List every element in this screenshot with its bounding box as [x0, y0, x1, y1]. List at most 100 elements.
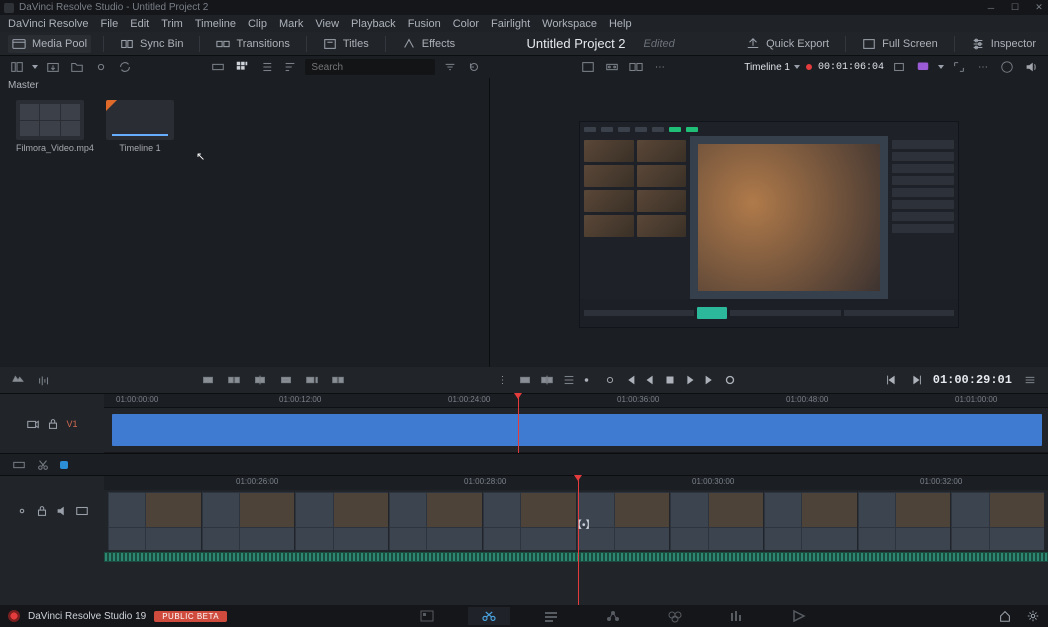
- cut-button[interactable]: [36, 458, 50, 472]
- fit-button[interactable]: [278, 371, 294, 389]
- home-button[interactable]: [998, 609, 1012, 623]
- upper-playhead[interactable]: [518, 394, 519, 453]
- page-fairlight[interactable]: [716, 607, 758, 625]
- lower-playhead[interactable]: [578, 476, 579, 605]
- prev-frame-button[interactable]: [643, 373, 657, 387]
- clip-item[interactable]: Filmora_Video.mp4: [16, 100, 84, 153]
- chevron-down-icon[interactable]: [32, 65, 38, 69]
- upper-ruler[interactable]: 01:00:00:00 01:00:12:00 01:00:24:00 01:0…: [104, 394, 1048, 408]
- menu-fusion[interactable]: Fusion: [408, 18, 441, 30]
- tab-inspector[interactable]: Inspector: [967, 35, 1040, 53]
- full-screen-button[interactable]: Full Screen: [858, 35, 942, 53]
- tab-sync-bin[interactable]: Sync Bin: [116, 35, 187, 53]
- menu-color[interactable]: Color: [453, 18, 479, 30]
- menu-edit[interactable]: Edit: [130, 18, 149, 30]
- viewer-expand-button[interactable]: [950, 58, 968, 76]
- view-thumb-button[interactable]: [233, 58, 251, 76]
- search-input[interactable]: [305, 59, 435, 75]
- menu-help[interactable]: Help: [609, 18, 632, 30]
- marker-icon[interactable]: [60, 461, 68, 469]
- next-edit-button[interactable]: [909, 373, 923, 387]
- filter-button[interactable]: [441, 58, 459, 76]
- menu-mark[interactable]: Mark: [279, 18, 303, 30]
- menu-clip[interactable]: Clip: [248, 18, 267, 30]
- bin-name[interactable]: Master: [0, 78, 489, 94]
- boring-detector-button[interactable]: [517, 371, 533, 389]
- timeline-options-button[interactable]: [1022, 371, 1038, 389]
- upper-video-track[interactable]: [104, 408, 1048, 453]
- replace-button[interactable]: [252, 371, 268, 389]
- page-color[interactable]: [654, 607, 696, 625]
- menu-timeline[interactable]: Timeline: [195, 18, 236, 30]
- split-button[interactable]: [539, 371, 555, 389]
- quick-export-button[interactable]: Quick Export: [742, 35, 833, 53]
- dual-viewer-button[interactable]: [627, 58, 645, 76]
- settings-button[interactable]: [1026, 609, 1040, 623]
- color-wheel-icon[interactable]: [998, 58, 1016, 76]
- menu-file[interactable]: File: [101, 18, 119, 30]
- tab-media-pool[interactable]: Media Pool: [8, 35, 91, 53]
- chevron-down-icon[interactable]: [938, 65, 944, 69]
- menu-view[interactable]: View: [315, 18, 339, 30]
- speaker-icon[interactable]: [55, 504, 69, 518]
- prev-marker-button[interactable]: [583, 373, 597, 387]
- import-folder-button[interactable]: [68, 58, 86, 76]
- insert-button[interactable]: [200, 371, 216, 389]
- close-button[interactable]: ✕: [1034, 3, 1044, 13]
- razor-button[interactable]: [12, 458, 26, 472]
- lower-track-header[interactable]: V1 A1: [0, 476, 104, 605]
- audio-track-button[interactable]: [10, 371, 26, 389]
- tools-menu-button[interactable]: [561, 371, 577, 389]
- clip-item[interactable]: Timeline 1: [106, 100, 174, 153]
- page-edit[interactable]: [530, 607, 572, 625]
- page-fusion[interactable]: [592, 607, 634, 625]
- play-button[interactable]: [683, 373, 697, 387]
- viewer-bypass-button[interactable]: [914, 58, 932, 76]
- link-button[interactable]: [92, 58, 110, 76]
- lock-icon[interactable]: [35, 504, 49, 518]
- page-deliver[interactable]: [778, 607, 820, 625]
- tab-effects[interactable]: Effects: [398, 35, 459, 53]
- timeline-clip[interactable]: [112, 414, 1042, 446]
- prev-edit-button[interactable]: [885, 373, 899, 387]
- source-viewer-button[interactable]: [579, 58, 597, 76]
- page-cut[interactable]: [468, 607, 510, 625]
- refresh-button[interactable]: [465, 58, 483, 76]
- import-media-button[interactable]: [44, 58, 62, 76]
- maximize-button[interactable]: ☐: [1010, 3, 1020, 13]
- viewer-options-button[interactable]: ⋯: [974, 58, 992, 76]
- viewer-matte-button[interactable]: [890, 58, 908, 76]
- transport-timecode[interactable]: 01:00:29:01: [933, 373, 1012, 387]
- view-strip-button[interactable]: [209, 58, 227, 76]
- append-button[interactable]: [304, 371, 320, 389]
- tab-titles[interactable]: Titles: [319, 35, 373, 53]
- view-list-button[interactable]: [257, 58, 275, 76]
- overwrite-button[interactable]: [226, 371, 242, 389]
- bin-list-button[interactable]: [8, 58, 26, 76]
- set-in-button[interactable]: [603, 373, 617, 387]
- sync-button[interactable]: [116, 58, 134, 76]
- go-end-button[interactable]: [703, 373, 717, 387]
- menu-fairlight[interactable]: Fairlight: [491, 18, 530, 30]
- menu-davinci[interactable]: DaVinci Resolve: [8, 18, 89, 30]
- link-icon[interactable]: [15, 504, 29, 518]
- loop-button[interactable]: [723, 373, 737, 387]
- timeline-name-dropdown[interactable]: Timeline 1: [744, 62, 800, 73]
- lower-audio-track[interactable]: [104, 552, 1048, 562]
- mute-button[interactable]: [1022, 58, 1040, 76]
- tab-transitions[interactable]: Transitions: [212, 35, 293, 53]
- audio-mix-button[interactable]: [36, 371, 52, 389]
- menu-trim[interactable]: Trim: [161, 18, 183, 30]
- ripple-button[interactable]: [330, 371, 346, 389]
- video-icon[interactable]: [75, 504, 89, 518]
- empty-track-area[interactable]: [104, 562, 1048, 605]
- sort-button[interactable]: [281, 58, 299, 76]
- tape-viewer-button[interactable]: [603, 58, 621, 76]
- menu-workspace[interactable]: Workspace: [542, 18, 597, 30]
- viewer-canvas-wrap[interactable]: [490, 78, 1048, 367]
- menu-playback[interactable]: Playback: [351, 18, 396, 30]
- minimize-button[interactable]: ─: [986, 3, 996, 13]
- upper-track-header[interactable]: V1: [0, 394, 104, 453]
- stop-button[interactable]: [663, 373, 677, 387]
- go-start-button[interactable]: [623, 373, 637, 387]
